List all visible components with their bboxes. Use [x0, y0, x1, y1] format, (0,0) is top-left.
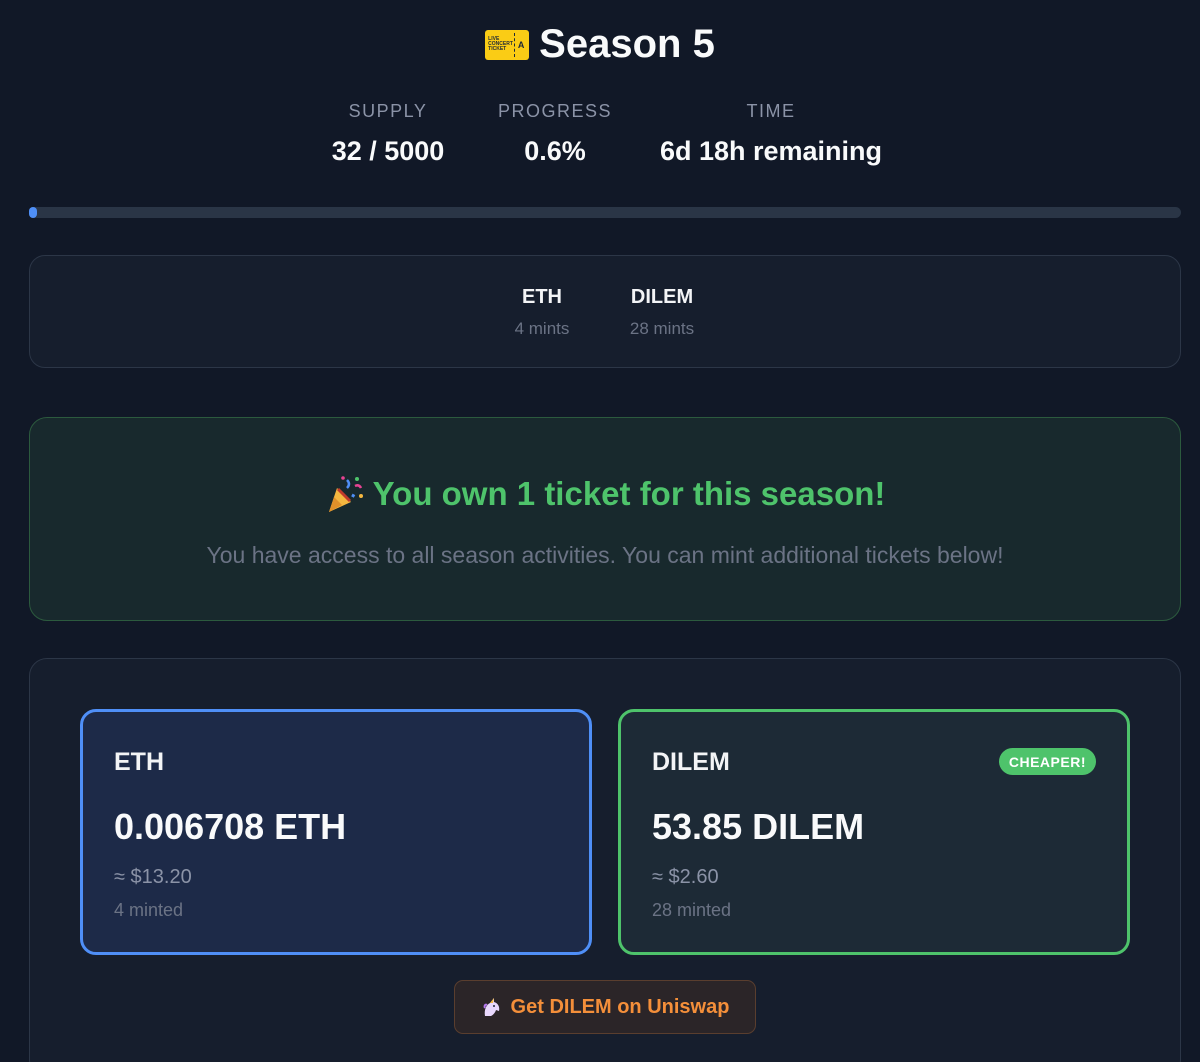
breakdown-eth-count: 4 mints [514, 319, 570, 338]
stat-time-value: 6d 18h remaining [659, 136, 883, 166]
get-dilem-uniswap-button[interactable]: Get DILEM on Uniswap [454, 980, 756, 1034]
breakdown-item-dilem: DILEM 28 mints [607, 286, 717, 339]
party-popper-icon [328, 476, 363, 512]
mint-dilem-usd: ≈ $2.60 [652, 866, 719, 888]
uniswap-button-label: Get DILEM on Uniswap [510, 995, 730, 1018]
breakdown-dilem-count: 28 mints [629, 319, 695, 338]
stat-progress-label: PROGRESS [497, 101, 613, 121]
stat-supply-label: SUPPLY [348, 101, 428, 121]
ticket-owned-banner: You own 1 ticket for this season! You ha… [29, 417, 1181, 621]
supply-progress-bar [29, 207, 1181, 218]
page-title: Season 5 [539, 22, 715, 66]
owned-title: You own 1 ticket for this season! [30, 474, 1180, 514]
mint-dilem-price: 53.85 DILEM [652, 806, 865, 847]
mint-option-dilem[interactable]: DILEM CHEAPER! 53.85 DILEM ≈ $2.60 28 mi… [618, 709, 1130, 955]
stat-time: TIME 6d 18h remaining [641, 101, 901, 167]
stat-supply-value: 32 / 5000 [331, 136, 445, 166]
breakdown-eth-name: ETH [522, 286, 562, 308]
owned-description: You have access to all season activities… [206, 542, 1004, 568]
supply-progress-fill [29, 207, 37, 218]
season-page: LIVE CONCERT TICKET A Season 5 SUPPLY 32 /… [0, 0, 1200, 1062]
stat-progress-value: 0.6% [524, 136, 586, 166]
owned-title-text: You own 1 ticket for this season! [372, 475, 886, 512]
stat-progress: PROGRESS 0.6% [485, 101, 625, 167]
mint-dilem-minted: 28 minted [652, 900, 732, 920]
unicorn-icon [483, 998, 499, 1016]
mint-option-eth[interactable]: ETH 0.006708 ETH ≈ $13.20 4 minted [80, 709, 592, 955]
mint-eth-usd: ≈ $13.20 [114, 866, 192, 888]
stat-time-label: TIME [746, 101, 796, 121]
breakdown-dilem-name: DILEM [630, 286, 694, 308]
mint-eth-name: ETH [114, 748, 164, 776]
breakdown-item-eth: ETH 4 mints [492, 286, 592, 339]
mint-eth-price: 0.006708 ETH [114, 806, 347, 847]
mint-dilem-name: DILEM [652, 748, 730, 776]
stat-supply: SUPPLY 32 / 5000 [308, 101, 468, 167]
ticket-icon: LIVE CONCERT TICKET A [485, 29, 530, 60]
mint-panel: ETH 0.006708 ETH ≈ $13.20 4 minted DILEM… [29, 658, 1181, 1062]
page-header: LIVE CONCERT TICKET A Season 5 [0, 22, 1200, 67]
cheaper-badge: CHEAPER! [998, 748, 1096, 775]
mint-breakdown-card: ETH 4 mints DILEM 28 mints [29, 255, 1181, 368]
mint-eth-minted: 4 minted [114, 900, 184, 920]
